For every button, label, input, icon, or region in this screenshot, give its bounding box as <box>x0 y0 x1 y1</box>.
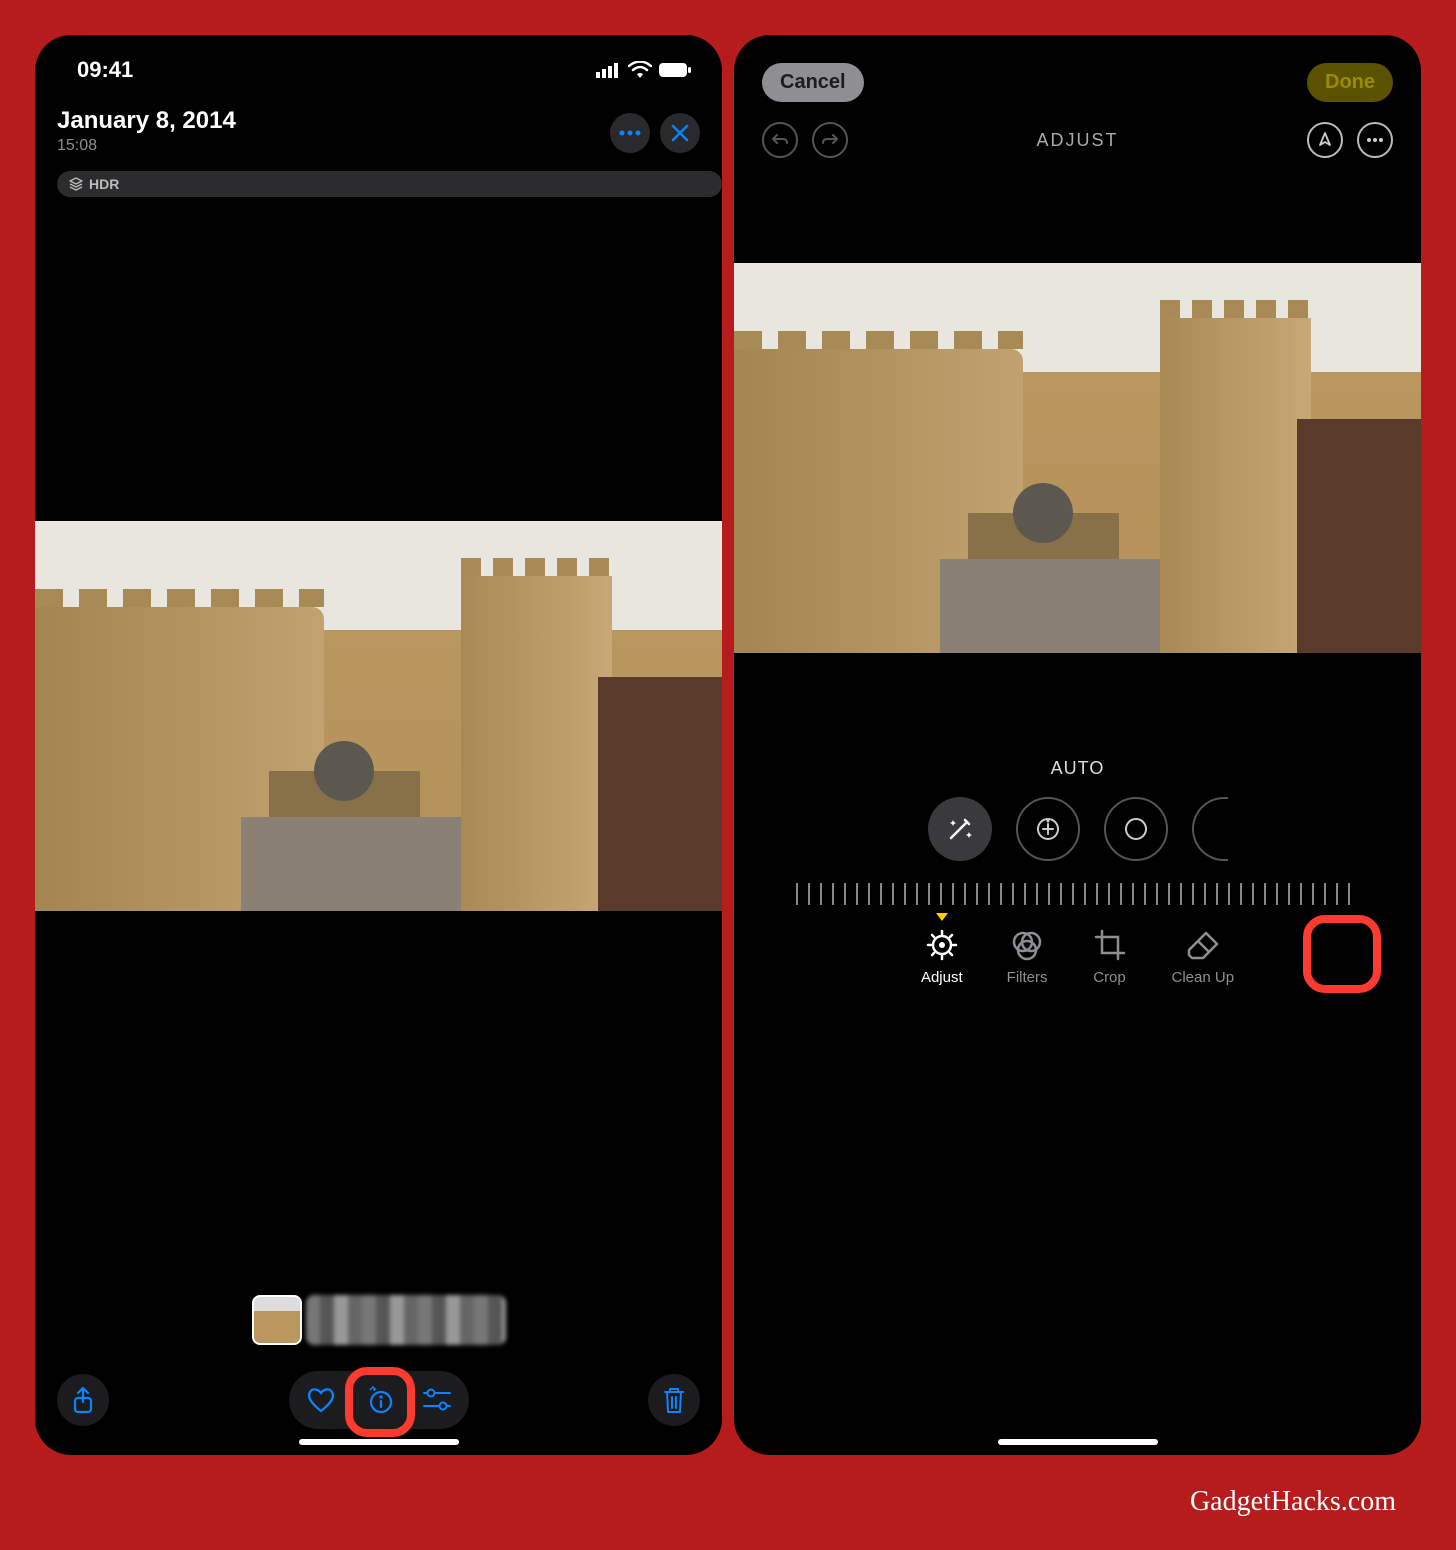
editor-photo-image <box>734 263 1421 653</box>
editor-header: ADJUST <box>734 106 1421 158</box>
brilliance-icon <box>1123 816 1149 842</box>
photo-time: 15:08 <box>57 137 236 155</box>
more-button[interactable] <box>610 113 650 153</box>
active-tab-indicator <box>936 913 948 921</box>
filters-icon <box>1009 927 1045 963</box>
exposure-icon <box>1035 816 1061 842</box>
markup-button[interactable] <box>1307 122 1343 158</box>
status-icons <box>596 61 692 79</box>
done-button[interactable]: Done <box>1307 63 1393 102</box>
share-button[interactable] <box>57 1374 109 1426</box>
undo-redo-group <box>762 122 848 158</box>
tab-filters-label: Filters <box>1007 969 1048 986</box>
thumbnail-strip[interactable] <box>252 1295 506 1345</box>
adjustment-dials[interactable] <box>734 797 1421 861</box>
toolbar-center-group <box>289 1371 469 1429</box>
thumbnail-neighbors[interactable] <box>306 1295 506 1345</box>
layers-icon <box>69 177 83 191</box>
adjustment-name-label: AUTO <box>734 758 1421 779</box>
editor-section-title: ADJUST <box>1036 130 1118 151</box>
editor-more-button[interactable] <box>1357 122 1393 158</box>
cellular-icon <box>596 62 622 78</box>
photo-image <box>35 521 722 911</box>
header-buttons <box>610 113 700 153</box>
editor-tabs: Adjust Filters Crop <box>734 919 1421 1014</box>
dial-next[interactable] <box>1192 797 1228 861</box>
undo-button[interactable] <box>762 122 798 158</box>
close-button[interactable] <box>660 113 700 153</box>
photo-viewer-screen: 09:41 January 8, 2014 15:08 <box>35 35 722 1455</box>
adjust-icon <box>924 927 960 963</box>
status-bar: 09:41 <box>35 35 722 89</box>
editor-topbar: Cancel Done <box>734 35 1421 106</box>
favorite-button[interactable] <box>293 1375 349 1425</box>
editor-photo-viewport[interactable] <box>734 198 1421 718</box>
adjustment-slider[interactable] <box>796 883 1359 905</box>
status-time: 09:41 <box>77 57 133 83</box>
wifi-icon <box>628 61 652 79</box>
dial-brilliance[interactable] <box>1104 797 1168 861</box>
dial-exposure[interactable] <box>1016 797 1080 861</box>
hdr-label: HDR <box>89 176 119 192</box>
photo-viewport[interactable] <box>35 197 722 1295</box>
tab-cleanup-label: Clean Up <box>1172 969 1235 986</box>
tab-filters[interactable]: Filters <box>1007 927 1048 986</box>
screens-container: 09:41 January 8, 2014 15:08 <box>35 35 1421 1455</box>
battery-icon <box>658 62 692 78</box>
cancel-button[interactable]: Cancel <box>762 63 864 102</box>
photo-date-block: January 8, 2014 15:08 <box>57 107 236 155</box>
hdr-badge: HDR <box>57 171 722 197</box>
tab-crop-label: Crop <box>1093 969 1126 986</box>
trash-button[interactable] <box>648 1374 700 1426</box>
tab-adjust[interactable]: Adjust <box>921 927 963 986</box>
home-indicator[interactable] <box>299 1439 459 1445</box>
redo-button[interactable] <box>812 122 848 158</box>
photo-date: January 8, 2014 <box>57 107 236 135</box>
edit-button[interactable] <box>409 1375 465 1425</box>
eraser-icon <box>1185 927 1221 963</box>
dial-auto[interactable] <box>928 797 992 861</box>
home-indicator[interactable] <box>998 1439 1158 1445</box>
comparison-frame: 09:41 January 8, 2014 15:08 <box>0 0 1456 1550</box>
tab-cleanup[interactable]: Clean Up <box>1172 927 1235 986</box>
photo-header: January 8, 2014 15:08 <box>35 89 722 163</box>
tab-crop[interactable]: Crop <box>1092 927 1128 986</box>
attribution-text: GadgetHacks.com <box>1190 1486 1396 1518</box>
editor-header-icons <box>1307 122 1393 158</box>
crop-icon <box>1092 927 1128 963</box>
wand-icon <box>945 814 975 844</box>
thumbnail-current[interactable] <box>252 1295 302 1345</box>
photo-editor-screen: Cancel Done ADJUST <box>734 35 1421 1455</box>
cleanup-highlight <box>1303 915 1381 993</box>
tab-adjust-label: Adjust <box>921 969 963 986</box>
info-button[interactable] <box>351 1375 407 1425</box>
